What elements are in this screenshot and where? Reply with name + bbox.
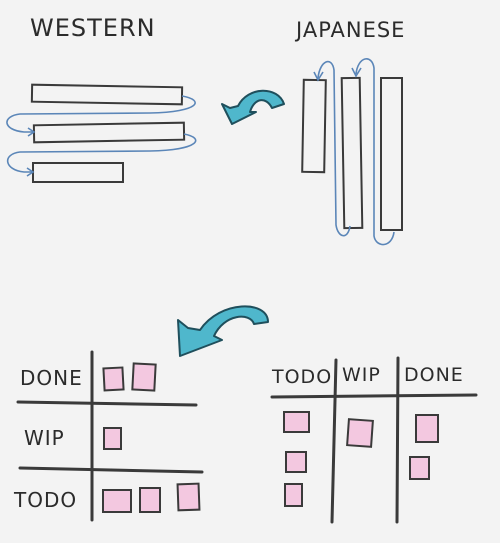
right-board-col-wip: WIP	[342, 364, 381, 386]
left-board-row-wip: WIP	[24, 426, 65, 450]
card-todo-2	[139, 487, 161, 513]
right-board-header-line	[270, 393, 478, 399]
japanese-text-bars	[301, 76, 403, 231]
left-board-row-done: DONE	[20, 366, 83, 390]
card-right-wip-1	[346, 418, 374, 448]
card-right-todo-1	[283, 411, 310, 433]
western-text-bars	[30, 83, 186, 183]
right-board-col-done: DONE	[404, 364, 464, 386]
japanese-bar-2	[340, 76, 364, 230]
left-board-row-todo: TODO	[14, 488, 78, 512]
diagram-canvas: WESTERN JAPANESE DONE WIP TODO TODO WIP …	[0, 0, 500, 543]
western-bar-3	[32, 162, 124, 183]
card-todo-1	[102, 489, 132, 513]
left-board-row-divider-1	[16, 400, 198, 407]
card-right-todo-3	[284, 483, 303, 507]
card-right-done-1	[415, 414, 439, 443]
western-bar-1	[30, 83, 184, 106]
curved-arrow-bottom	[177, 305, 269, 357]
sketch-svg	[6, 58, 478, 524]
card-done-1	[102, 366, 125, 392]
card-todo-3	[176, 482, 201, 512]
right-board-column-divider-1	[330, 358, 338, 524]
card-done-2	[131, 362, 157, 392]
japanese-bar-3	[380, 77, 403, 231]
card-right-todo-2	[285, 451, 307, 473]
card-right-done-2	[409, 456, 430, 480]
card-wip-1	[103, 427, 122, 450]
left-board-cards	[102, 362, 201, 513]
right-board-col-todo: TODO	[272, 366, 333, 388]
curved-arrow-top	[221, 89, 285, 125]
japanese-bar-1	[301, 78, 327, 174]
right-board-column-divider-2	[395, 356, 400, 524]
right-board-cards	[283, 411, 439, 507]
japanese-flow-1	[317, 60, 351, 237]
western-bar-2	[32, 121, 186, 144]
left-board-row-divider-2	[18, 466, 204, 474]
